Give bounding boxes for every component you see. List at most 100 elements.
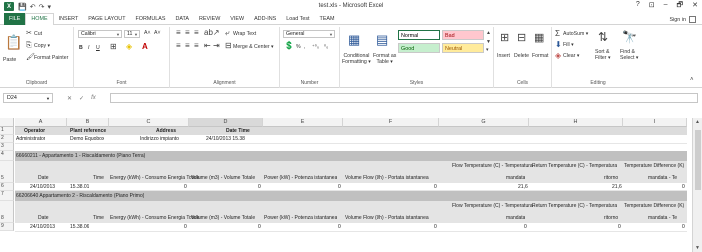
cell-i6[interactable]: 0 xyxy=(682,184,685,190)
cell-i5[interactable]: mandata - Te xyxy=(648,175,686,181)
row-header[interactable]: 3 xyxy=(0,143,14,151)
sort-filter-icon[interactable]: ⇅ xyxy=(598,31,608,43)
insert-button[interactable]: Insert xyxy=(497,53,510,59)
tab-view[interactable]: VIEW xyxy=(225,13,249,25)
find-select-icon[interactable]: 🔭 xyxy=(622,31,637,43)
underline-button[interactable]: U xyxy=(96,45,100,51)
row-header[interactable]: 5 xyxy=(0,161,14,183)
select-all-corner[interactable] xyxy=(0,118,14,127)
cell-c9[interactable]: 0 xyxy=(184,224,187,230)
name-box[interactable]: D24 ▼ xyxy=(3,93,53,103)
font-size-select[interactable]: 11 ▼ xyxy=(124,30,140,38)
number-format-select[interactable]: General ▼ xyxy=(283,30,335,38)
cell-d2[interactable]: 24/10/2013 15.38 xyxy=(206,136,245,142)
autosum-button[interactable]: AutoSum ▾ xyxy=(563,31,588,37)
cell-e6[interactable]: 0 xyxy=(338,184,341,190)
cut-button[interactable]: Cut xyxy=(34,31,42,37)
style-neutral[interactable]: Neutral xyxy=(442,43,484,53)
styles-more-icon[interactable]: ▾ xyxy=(486,48,489,53)
cell-i9[interactable]: 0 xyxy=(682,224,685,230)
cell-b2[interactable]: Demo Equobox xyxy=(70,136,104,142)
cell-d1[interactable]: Date Time xyxy=(226,128,250,134)
cell-d5[interactable]: Volume (m3) - Volume Totale xyxy=(191,175,255,181)
help-icon[interactable]: ? xyxy=(636,1,640,12)
cell-c5[interactable]: Energy (kWh) - Consumo Energia Totale xyxy=(110,175,200,181)
styles-scroll-up-icon[interactable]: ▲ xyxy=(486,31,491,36)
tab-page-layout[interactable]: PAGE LAYOUT xyxy=(83,13,130,25)
column-header-b[interactable]: B xyxy=(67,118,109,127)
cell-a6[interactable]: 24/10/2013 xyxy=(30,184,55,190)
wrap-text-button[interactable]: Wrap Text xyxy=(233,31,256,37)
cell-d9[interactable]: 0 xyxy=(258,224,261,230)
cell-a8[interactable]: Date xyxy=(38,215,49,221)
styles-scroll-down-icon[interactable]: ▼ xyxy=(486,40,491,45)
row-header[interactable]: 4 xyxy=(0,151,14,161)
cell-a2[interactable]: Administrator xyxy=(16,136,45,142)
close-icon[interactable]: ✕ xyxy=(692,1,698,12)
align-center-icon[interactable]: ≡ xyxy=(185,42,190,50)
row-header[interactable]: 8 xyxy=(0,201,14,223)
tab-insert[interactable]: INSERT xyxy=(54,13,84,25)
fill-color-icon[interactable]: ◈ xyxy=(126,43,132,51)
row-header[interactable]: 6 xyxy=(0,183,14,191)
align-bottom-icon[interactable]: ≡ xyxy=(194,29,199,37)
cell-b5[interactable]: Time xyxy=(93,175,104,181)
cell-h8[interactable]: ritorno xyxy=(604,215,618,221)
sign-in-label[interactable]: Sign in xyxy=(670,17,686,23)
column-header-i[interactable]: I xyxy=(623,118,687,127)
scroll-down-icon[interactable]: ▼ xyxy=(695,245,700,251)
fill-button[interactable]: Fill ▾ xyxy=(563,42,574,48)
insert-cells-icon[interactable]: ⊞ xyxy=(500,33,509,44)
tab-data[interactable]: DATA xyxy=(170,13,194,25)
cell-a9[interactable]: 24/10/2013 xyxy=(30,224,55,230)
align-right-icon[interactable]: ≡ xyxy=(194,42,199,50)
row-header[interactable]: 1 xyxy=(0,127,14,135)
percent-button[interactable]: % xyxy=(296,44,301,50)
cell-a7[interactable]: 66206640 Appartamento 2 - Riscaldamento … xyxy=(16,193,144,199)
decrease-indent-icon[interactable]: ⇤ xyxy=(204,42,211,50)
vertical-scrollbar[interactable]: ▲ ▼ xyxy=(692,118,702,252)
column-header-a[interactable]: A xyxy=(15,118,67,127)
insert-function-icon[interactable]: fx xyxy=(91,95,96,102)
tab-home[interactable]: HOME xyxy=(25,12,54,26)
cell-e8[interactable]: Power (kW) - Potenza istantanea xyxy=(264,215,337,221)
merge-center-icon[interactable]: ⊟ xyxy=(225,42,232,50)
column-header-e[interactable]: E xyxy=(263,118,343,127)
cell-b6[interactable]: 15.38.01 xyxy=(70,184,89,190)
merge-center-button[interactable]: Merge & Center ▾ xyxy=(233,44,274,50)
find-select-button[interactable]: Find & Select ▾ xyxy=(620,49,638,61)
customize-qat-icon[interactable]: ▾ xyxy=(47,3,51,11)
autosum-icon[interactable]: Σ xyxy=(555,30,560,38)
paste-icon[interactable]: 📋 xyxy=(5,35,22,49)
orientation-icon[interactable]: ab↗ xyxy=(204,29,220,37)
increase-decimal-button[interactable]: ⁺⁰₀ xyxy=(312,44,319,50)
cell-e5[interactable]: Power (kW) - Potenza istantanea xyxy=(264,175,337,181)
delete-button[interactable]: Delete xyxy=(514,53,529,59)
copy-button[interactable]: Copy ▾ xyxy=(34,43,50,49)
cell-f5[interactable]: Volume Flow (l/h) - Portata istantanea xyxy=(345,175,429,181)
minimize-icon[interactable]: – xyxy=(664,1,668,12)
row-header[interactable]: 2 xyxy=(0,135,14,143)
row-header[interactable]: 9 xyxy=(0,223,14,231)
style-good[interactable]: Good xyxy=(398,43,440,53)
bold-button[interactable]: B xyxy=(79,45,83,51)
cell-h5[interactable]: ritorno xyxy=(604,175,618,181)
comma-button[interactable]: , xyxy=(304,44,305,50)
scroll-thumb[interactable] xyxy=(695,130,701,190)
align-left-icon[interactable]: ≡ xyxy=(176,42,181,50)
borders-icon[interactable]: ⊞ xyxy=(110,43,117,51)
font-name-select[interactable]: Calibri ▼ xyxy=(78,30,122,38)
tab-file[interactable]: FILE xyxy=(4,12,26,25)
cell-f6[interactable]: 0 xyxy=(434,184,437,190)
clear-icon[interactable]: ◈ xyxy=(555,52,561,60)
decrease-decimal-button[interactable]: ⁰₀ xyxy=(324,44,328,50)
scroll-up-icon[interactable]: ▲ xyxy=(695,119,700,125)
tab-formulas[interactable]: FORMULAS xyxy=(131,13,171,25)
cell-h6[interactable]: 21,6 xyxy=(612,184,622,190)
save-icon[interactable]: 💾 xyxy=(18,3,27,11)
fill-icon[interactable]: ⬇ xyxy=(555,41,562,49)
align-top-icon[interactable]: ≡ xyxy=(176,29,181,37)
cell-g9[interactable]: 0 xyxy=(524,224,527,230)
format-cells-icon[interactable]: ▦ xyxy=(534,33,544,44)
sign-in[interactable]: Sign in xyxy=(670,16,696,23)
